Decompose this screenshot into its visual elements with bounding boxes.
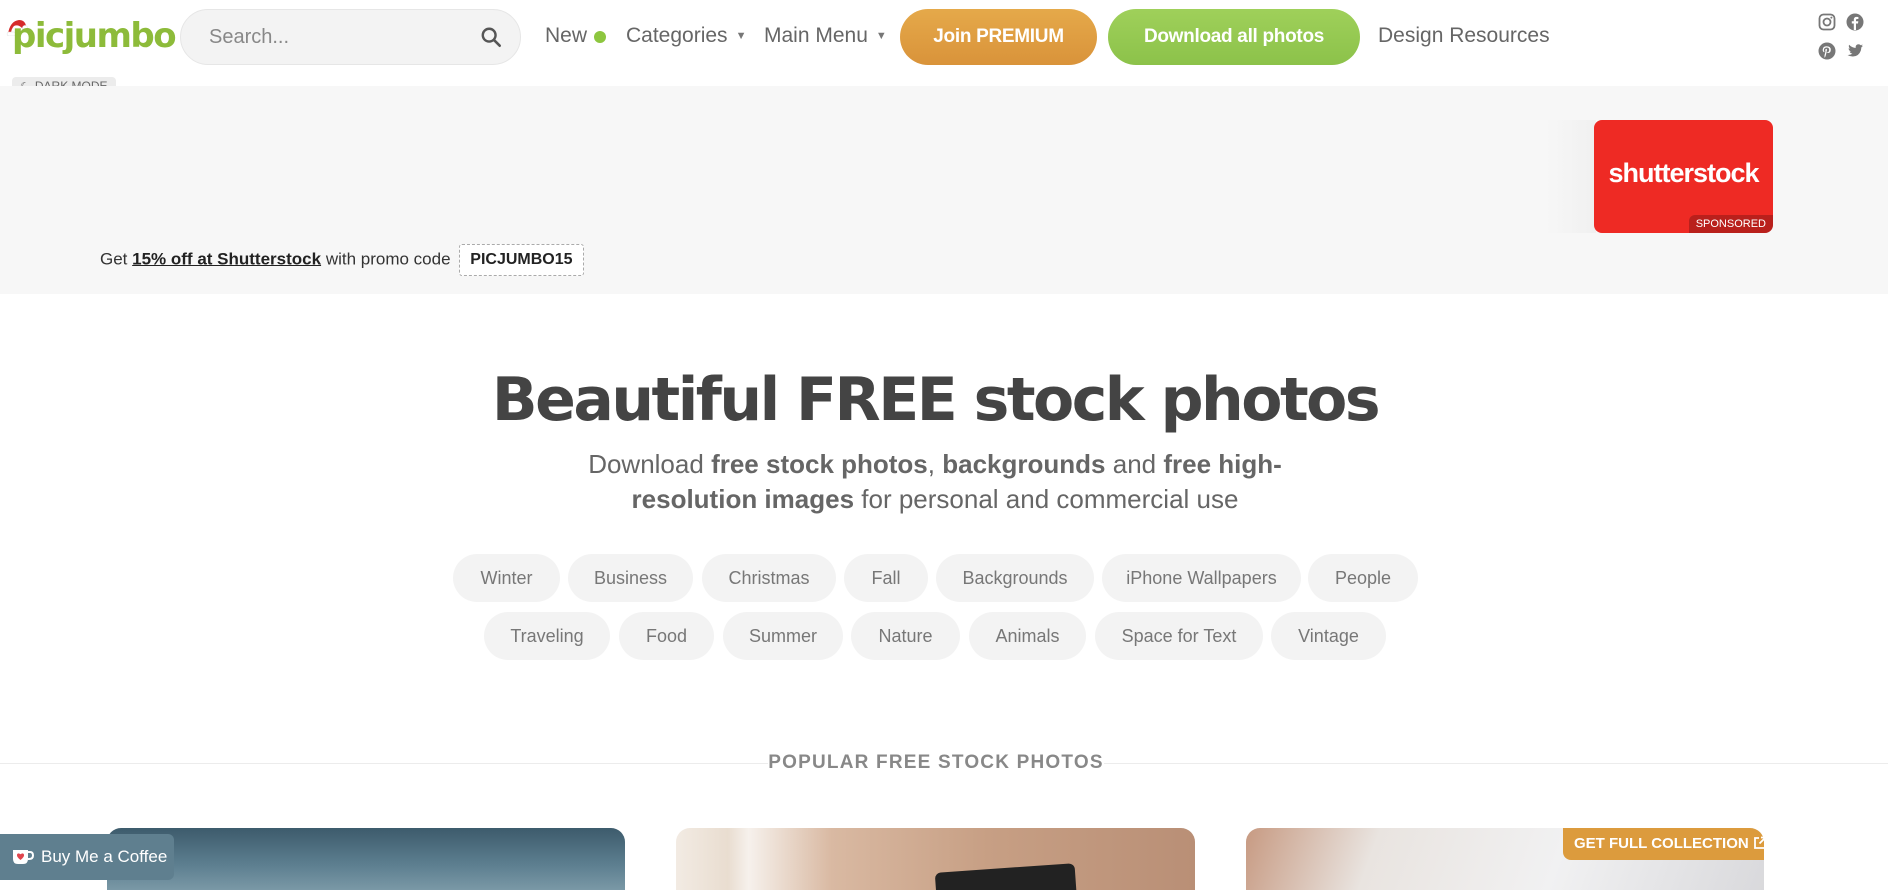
hero-subtitle: Download free stock photos, backgrounds … — [560, 447, 1310, 517]
promo-link[interactable]: 15% off at Shutterstock — [132, 249, 321, 268]
logo-text: picjumbo — [12, 16, 177, 56]
hero-sub-part: and — [1112, 449, 1157, 479]
promo-middle: with promo code — [325, 249, 451, 269]
coffee-cup-icon — [13, 850, 34, 864]
section-title: POPULAR FREE STOCK PHOTOS — [768, 750, 1104, 776]
external-link-icon — [1753, 836, 1767, 849]
ad-banner: shutterstock SPONSORED Get 15% off at Sh… — [0, 86, 1888, 294]
hero-title: Beautiful FREE stock photos — [491, 365, 1381, 435]
photo-card[interactable] — [676, 828, 1195, 890]
site-header: picjumbo New Categories ▼ Main Menu ▼ Join… — [0, 0, 1888, 72]
nav-main-menu[interactable]: Main Menu ▼ — [764, 22, 887, 50]
nav-new[interactable]: New — [545, 22, 587, 50]
nav-main-menu-label: Main Menu — [764, 24, 868, 47]
tag-backgrounds[interactable]: Backgrounds — [936, 554, 1094, 602]
tag-christmas[interactable]: Christmas — [702, 554, 836, 602]
hero-sub-emphasis: free stock photos — [711, 449, 928, 479]
pinterest-icon[interactable] — [1818, 42, 1836, 60]
tag-business[interactable]: Business — [568, 554, 693, 602]
nav-design-resources[interactable]: Design Resources — [1378, 22, 1550, 50]
tag-fall[interactable]: Fall — [844, 554, 928, 602]
twitter-icon[interactable] — [1846, 42, 1864, 60]
photo-detail — [934, 863, 1078, 890]
buy-me-a-coffee-button[interactable]: Buy Me a Coffee — [0, 834, 174, 880]
promo-prefix: Get — [100, 249, 128, 269]
tag-iphone-wallpapers[interactable]: iPhone Wallpapers — [1102, 554, 1301, 602]
photo-card[interactable] — [107, 828, 625, 890]
nav-categories-label: Categories — [626, 24, 728, 47]
download-all-button[interactable]: Download all photos — [1108, 9, 1360, 65]
search-input[interactable] — [209, 10, 469, 64]
facebook-icon[interactable] — [1846, 13, 1864, 31]
caret-down-icon: ▼ — [735, 30, 747, 42]
search-icon[interactable] — [480, 26, 502, 48]
promo-code[interactable]: PICJUMBO15 — [459, 244, 584, 276]
instagram-icon[interactable] — [1818, 13, 1836, 31]
tag-space-for-text[interactable]: Space for Text — [1095, 612, 1263, 660]
collection-button-label: GET FULL COLLECTION — [1574, 835, 1749, 852]
tag-winter[interactable]: Winter — [453, 554, 560, 602]
hero-sub-emphasis: backgrounds — [942, 449, 1106, 479]
new-indicator-dot — [594, 31, 606, 43]
site-logo[interactable]: picjumbo — [6, 14, 177, 58]
shutterstock-ad[interactable]: shutterstock SPONSORED — [1594, 120, 1773, 233]
nav-categories[interactable]: Categories ▼ — [626, 22, 746, 50]
ad-card-shadow — [1546, 120, 1596, 233]
tag-animals[interactable]: Animals — [969, 612, 1086, 660]
tag-vintage[interactable]: Vintage — [1271, 612, 1386, 660]
tag-traveling[interactable]: Traveling — [484, 612, 610, 660]
ad-brand-logo: shutterstock — [1608, 158, 1759, 188]
tag-people[interactable]: People — [1308, 554, 1418, 602]
join-premium-button[interactable]: Join PREMIUM — [900, 9, 1097, 65]
tag-food[interactable]: Food — [619, 612, 714, 660]
caret-down-icon: ▼ — [875, 30, 887, 42]
sponsored-badge: SPONSORED — [1688, 215, 1773, 233]
hero-sub-part: , — [927, 449, 936, 479]
tag-summer[interactable]: Summer — [723, 612, 843, 660]
promo-text: Get 15% off at Shutterstock with promo c… — [100, 244, 584, 276]
search-box — [180, 9, 521, 65]
tag-nature[interactable]: Nature — [851, 612, 960, 660]
hero-sub-part: Download — [588, 449, 704, 479]
hero-sub-part: for personal and commercial use — [861, 484, 1239, 514]
coffee-label: Buy Me a Coffee — [41, 847, 168, 866]
get-full-collection-button[interactable]: GET FULL COLLECTION — [1563, 828, 1767, 860]
